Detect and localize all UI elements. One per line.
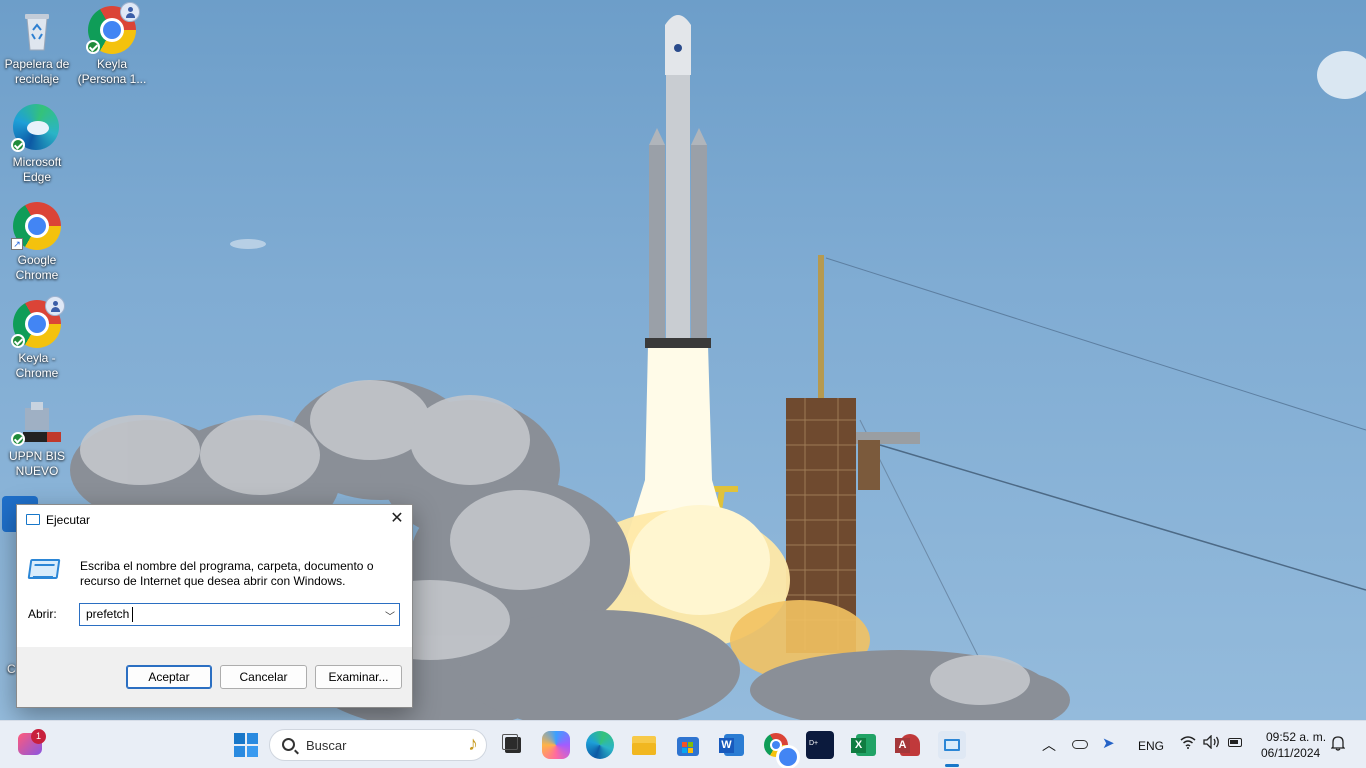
onedrive-icon[interactable] (1070, 735, 1090, 755)
run-dialog-footer: Aceptar Cancelar Examinar... (17, 647, 412, 707)
sync-check-icon (11, 432, 25, 446)
run-dialog-body: Escriba el nombre del programa, carpeta,… (17, 535, 412, 649)
excel-icon[interactable]: X (850, 731, 878, 759)
recycle-bin-icon (13, 6, 61, 54)
taskbar: 1 Buscar ♪ W D+ X A ︿ ➤ ENG 09:52 a. m. … (0, 720, 1366, 768)
notifications-bell-icon[interactable] (1330, 735, 1346, 754)
chrome-profile-icon (11, 296, 65, 348)
chrome-icon[interactable] (762, 731, 800, 768)
open-label: Abrir: (28, 607, 57, 621)
run-dialog-titlebar[interactable]: Ejecutar ✕ (17, 505, 412, 535)
desktop-icon-label: Papelera de reciclaje (4, 57, 70, 86)
sync-check-icon (11, 334, 25, 348)
text-caret (132, 607, 133, 622)
wifi-icon[interactable] (1180, 735, 1196, 752)
file-explorer-icon[interactable] (630, 731, 658, 759)
sync-check-icon (11, 138, 25, 152)
desktop-icon-label: Microsoft Edge (12, 155, 62, 184)
taskbar-search[interactable]: Buscar ♪ (269, 729, 487, 761)
user-badge-icon (120, 2, 140, 22)
ok-button[interactable]: Aceptar (126, 665, 212, 689)
desktop-icon-label: UPPN BIS NUEVO (8, 449, 65, 478)
store-icon[interactable] (674, 731, 702, 759)
desktop-icon-uppn-bis-nuevo[interactable]: UPPN BIS NUEVO (0, 398, 74, 479)
run-description: Escriba el nombre del programa, carpeta,… (80, 559, 374, 588)
copilot-icon[interactable] (542, 731, 570, 759)
cancel-button[interactable]: Cancelar (220, 665, 307, 689)
volume-icon[interactable] (1203, 734, 1221, 752)
desktop-icon-label: Keyla (Persona 1... (77, 57, 147, 86)
chevron-down-icon[interactable]: ﹀ (385, 608, 395, 623)
open-combobox[interactable]: ﹀ (79, 603, 400, 626)
desktop-icon-label: Keyla - Chrome (15, 351, 59, 380)
battery-icon[interactable] (1228, 738, 1242, 747)
chrome-icon: ↗ (11, 202, 61, 250)
word-icon[interactable]: W (718, 731, 746, 759)
desktop-icon-recycle-bin[interactable]: Papelera de reciclaje (0, 6, 74, 87)
clock-time[interactable]: 09:52 a. m. (1266, 730, 1326, 744)
desktop-icon-keyla-persona[interactable]: Keyla (Persona 1... (75, 2, 149, 87)
search-placeholder: Buscar (306, 738, 347, 753)
active-app-indicator (945, 764, 959, 767)
desktop-icon-microsoft-edge[interactable]: Microsoft Edge (0, 104, 74, 185)
location-arrow-icon[interactable]: ➤ (1102, 734, 1122, 754)
shortcut-arrow-icon: ↗ (11, 238, 23, 250)
run-icon[interactable] (938, 731, 966, 759)
search-highlight-icon: ♪ (468, 733, 478, 755)
desktop-icon-label: Google Chrome (15, 253, 59, 282)
access-icon[interactable]: A (894, 731, 922, 759)
run-icon (26, 514, 40, 525)
disney-plus-icon[interactable]: D+ (806, 731, 834, 759)
chrome-profile-icon (86, 2, 140, 54)
sync-check-icon (86, 40, 100, 54)
task-view-icon[interactable] (499, 731, 527, 759)
close-button[interactable]: ✕ (382, 505, 412, 535)
chevron-up-icon[interactable]: ︿ (1042, 735, 1056, 755)
user-badge-icon (45, 296, 65, 316)
notification-badge: 1 (31, 729, 46, 744)
building-icon (11, 398, 73, 446)
browse-button[interactable]: Examinar... (315, 665, 402, 689)
language-indicator[interactable]: ENG (1138, 739, 1164, 753)
clock-date[interactable]: 06/11/2024 (1261, 746, 1320, 760)
search-icon (282, 738, 295, 751)
start-icon[interactable] (232, 731, 260, 759)
edge-icon (11, 104, 61, 152)
run-dialog-title: Ejecutar (46, 513, 91, 527)
edge-icon[interactable] (586, 731, 614, 759)
run-icon (27, 559, 61, 579)
desktop-icon-keyla-chrome[interactable]: Keyla - Chrome (0, 296, 74, 381)
run-dialog: Ejecutar ✕ Escriba el nombre del program… (16, 504, 413, 708)
open-input[interactable] (86, 607, 376, 621)
desktop-icon-google-chrome[interactable]: ↗ Google Chrome (0, 202, 74, 283)
